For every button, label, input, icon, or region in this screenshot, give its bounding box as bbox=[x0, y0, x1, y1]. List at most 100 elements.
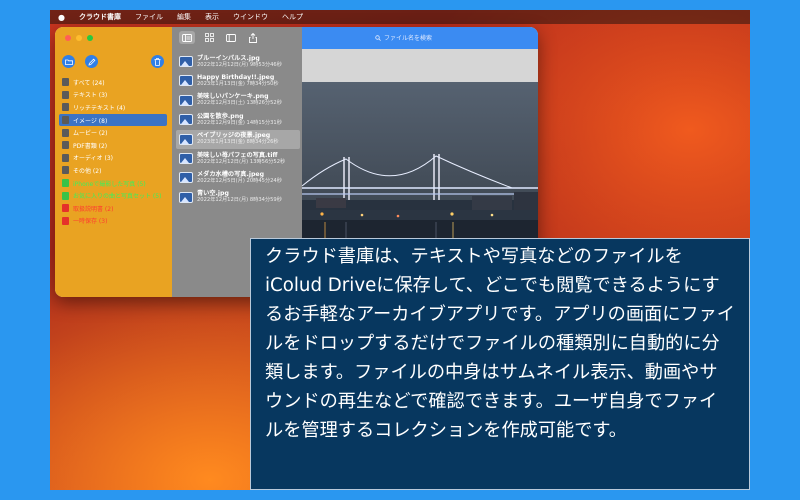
file-date: 2022年12月5日(月) 20時45分24秒 bbox=[197, 177, 282, 184]
audio-icon bbox=[62, 153, 69, 162]
file-name: メダカ水槽の写真.jpeg bbox=[197, 170, 265, 178]
image-thumbnail-icon bbox=[179, 153, 193, 164]
app-description: クラウド書庫は、テキストや写真などのファイルをiColud Driveに保存して… bbox=[265, 246, 735, 441]
close-window-button[interactable] bbox=[65, 35, 71, 41]
collection-icon bbox=[62, 204, 69, 213]
pencil-icon bbox=[87, 58, 95, 66]
movie-icon bbox=[62, 128, 69, 137]
file-name: ブルーインパルス.jpg bbox=[197, 54, 260, 62]
app-description-panel: クラウド書庫は、テキストや写真などのファイルをiColud Driveに保存して… bbox=[250, 238, 750, 490]
delete-button[interactable] bbox=[151, 55, 164, 68]
file-row[interactable]: 青い空.jpg 2022年12月12日(月) 8時34分59秒 bbox=[176, 188, 300, 207]
image-icon bbox=[62, 116, 69, 125]
title-bar: ファイル名を検索 bbox=[55, 27, 538, 49]
menu-file[interactable]: ファイル bbox=[135, 12, 163, 22]
file-name: Happy Birthday!!.jpeg bbox=[197, 73, 275, 81]
rich-text-icon bbox=[62, 103, 69, 112]
sidebar-item[interactable]: リッチテキスト (4) bbox=[59, 101, 167, 114]
image-thumbnail-icon bbox=[179, 94, 193, 106]
file-row[interactable]: メダカ水槽の写真.jpeg 2022年12月5日(月) 20時45分24秒 bbox=[176, 168, 300, 187]
sidebar-item[interactable]: 一時保存 (3) bbox=[59, 215, 167, 228]
file-date: 2023年1月13日(金) 7時34分50秒 bbox=[197, 80, 279, 87]
image-thumbnail-icon bbox=[179, 114, 193, 126]
sidebar-item[interactable]: 取扱説明書 (2) bbox=[59, 202, 167, 215]
file-date: 2022年12月3日(土) 13時26分52秒 bbox=[197, 100, 282, 107]
trash-icon bbox=[154, 57, 161, 66]
collection-icon bbox=[62, 179, 69, 188]
sidebar-toolbar bbox=[55, 53, 172, 71]
file-date: 2022年12月9日(金) 14時15分31秒 bbox=[197, 119, 282, 126]
minimize-window-button[interactable] bbox=[76, 35, 82, 41]
search-icon bbox=[375, 34, 381, 41]
sidebar-item-label: 取扱説明書 (2) bbox=[73, 205, 114, 213]
sidebar-item-label: ムービー (2) bbox=[73, 130, 108, 138]
sidebar-item-label: オーディオ (3) bbox=[73, 155, 113, 163]
image-thumbnail-icon bbox=[179, 191, 193, 203]
menu-bar: ● クラウド書庫 ファイル 編集 表示 ウインドウ ヘルプ bbox=[50, 10, 750, 24]
image-thumbnail-icon bbox=[179, 133, 193, 145]
menu-window[interactable]: ウインドウ bbox=[233, 12, 268, 22]
sidebar-item-label: PDF書類 (2) bbox=[73, 142, 108, 150]
file-date: 2023年1月13日(金) 8時34分26秒 bbox=[197, 139, 279, 146]
file-date: 2022年12月12日(月) 13時56分52秒 bbox=[197, 158, 286, 165]
select-button[interactable] bbox=[85, 55, 98, 68]
search-field[interactable]: ファイル名を検索 bbox=[375, 33, 432, 42]
sidebar-item[interactable]: オーディオ (3) bbox=[59, 152, 167, 165]
all-files-icon bbox=[62, 78, 69, 87]
app-menu[interactable]: クラウド書庫 bbox=[79, 12, 121, 22]
share-button[interactable] bbox=[245, 31, 261, 44]
sidebar-toggle-button[interactable] bbox=[223, 31, 239, 44]
zoom-window-button[interactable] bbox=[87, 35, 93, 41]
folder-icon bbox=[64, 59, 73, 65]
view-mode-toolbar bbox=[179, 31, 261, 44]
window-controls bbox=[65, 35, 93, 41]
sidebar-toggle-icon bbox=[226, 33, 236, 42]
sidebar-item[interactable]: すべて (24) bbox=[59, 76, 167, 89]
sidebar-item-label: 一時保存 (3) bbox=[73, 218, 108, 226]
file-row[interactable]: ベイブリッジの夜景.jpeg 2023年1月13日(金) 8時34分26秒 bbox=[176, 129, 300, 149]
sidebar-item[interactable]: テキスト (3) bbox=[59, 89, 167, 102]
file-row[interactable]: 公園を散歩.png 2022年12月9日(金) 14時15分31秒 bbox=[176, 110, 300, 129]
sidebar-item-label: お気に入りの曲と写真セット (5) bbox=[73, 193, 162, 201]
list-view-icon bbox=[182, 33, 192, 42]
sidebar-item[interactable]: iPhoneで撮影した写真 (5) bbox=[59, 177, 167, 190]
image-thumbnail-icon bbox=[179, 75, 193, 87]
sidebar-item-label: テキスト (3) bbox=[73, 92, 108, 100]
file-row[interactable]: 美味しい苺パフェの写真.tiff 2022年12月12日(月) 13時56分52秒 bbox=[176, 149, 300, 168]
sidebar-item[interactable]: PDF書類 (2) bbox=[59, 139, 167, 152]
trash-icon bbox=[62, 216, 69, 225]
sidebar-item-label: その他 (2) bbox=[73, 167, 102, 175]
collection-icon bbox=[62, 191, 69, 200]
file-name: 美味しい苺パフェの写真.tiff bbox=[197, 151, 278, 159]
sidebar-item-label: すべて (24) bbox=[73, 79, 105, 87]
sidebar-item-label: リッチテキスト (4) bbox=[73, 104, 126, 112]
file-date: 2022年12月12日(月) 9時53分46秒 bbox=[197, 61, 282, 68]
sidebar-item[interactable]: イメージ (8) bbox=[59, 113, 167, 127]
list-view-button[interactable] bbox=[179, 31, 195, 44]
grid-view-button[interactable] bbox=[201, 31, 217, 44]
other-icon bbox=[62, 166, 69, 175]
text-file-icon bbox=[62, 90, 69, 99]
sidebar-item[interactable]: その他 (2) bbox=[59, 164, 167, 177]
menu-edit[interactable]: 編集 bbox=[177, 12, 191, 22]
desktop: ● クラウド書庫 ファイル 編集 表示 ウインドウ ヘルプ ファイル名を検索 す… bbox=[50, 10, 750, 490]
sidebar-item[interactable]: ムービー (2) bbox=[59, 126, 167, 139]
sidebar-item[interactable]: お気に入りの曲と写真セット (5) bbox=[59, 189, 167, 202]
grid-view-icon bbox=[204, 33, 214, 42]
file-row[interactable]: 美味しいパンケーキ.png 2022年12月3日(土) 13時26分52秒 bbox=[176, 91, 300, 110]
search-placeholder: ファイル名を検索 bbox=[384, 35, 433, 42]
menu-help[interactable]: ヘルプ bbox=[282, 12, 303, 22]
file-row[interactable]: Happy Birthday!!.jpeg 2023年1月13日(金) 7時34分… bbox=[176, 71, 300, 90]
pdf-icon bbox=[62, 141, 69, 150]
category-list: すべて (24) テキスト (3) リッチテキスト (4) イメージ (8) ムービー … bbox=[59, 76, 167, 227]
new-folder-button[interactable] bbox=[62, 55, 75, 68]
file-name: 公園を散歩.png bbox=[197, 112, 244, 120]
file-row[interactable]: ブルーインパルス.jpg 2022年12月12日(月) 9時53分46秒 bbox=[176, 52, 300, 71]
image-thumbnail-icon bbox=[179, 56, 193, 67]
apple-menu-icon[interactable]: ● bbox=[58, 13, 65, 22]
image-thumbnail-icon bbox=[179, 172, 193, 184]
menu-view[interactable]: 表示 bbox=[205, 12, 219, 22]
file-date: 2022年12月12日(月) 8時34分59秒 bbox=[197, 197, 282, 204]
sidebar-item-label: iPhoneで撮影した写真 (5) bbox=[73, 180, 146, 188]
share-icon bbox=[249, 32, 257, 43]
